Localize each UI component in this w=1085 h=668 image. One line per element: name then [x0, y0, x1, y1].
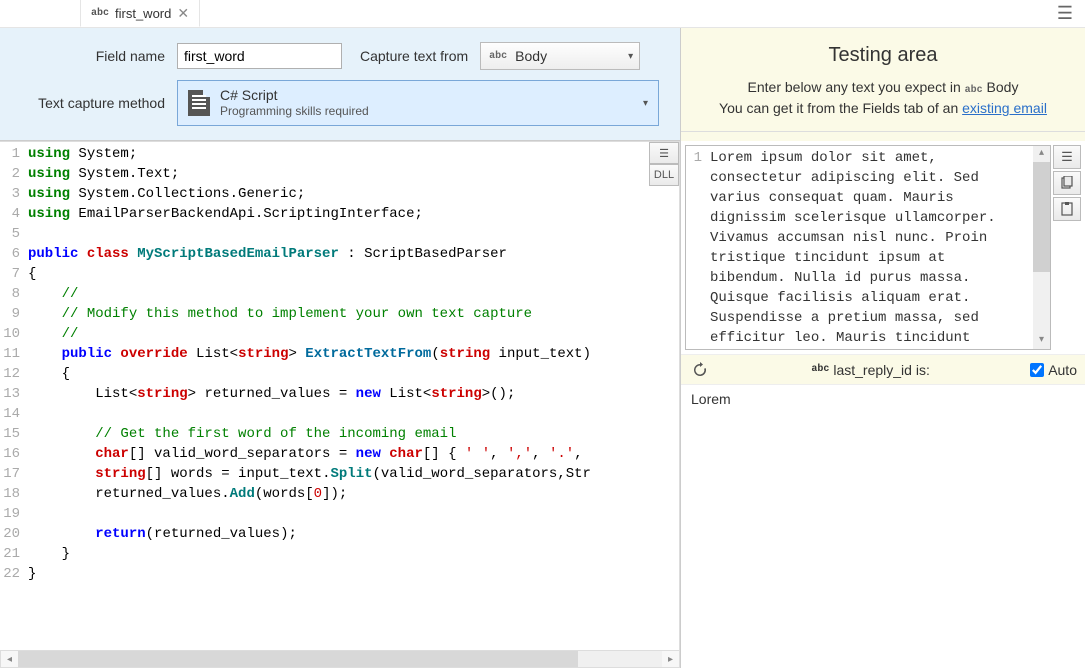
capture-from-value: Body: [515, 48, 547, 64]
field-name-input[interactable]: [177, 43, 342, 69]
scroll-thumb[interactable]: [1033, 162, 1050, 272]
line-gutter: 12345678910111213141516171819202122: [0, 142, 24, 650]
method-main: C# Script: [220, 87, 369, 104]
testing-line1a: Enter below any text you expect in: [748, 79, 965, 95]
scroll-right-icon[interactable]: ▸: [662, 651, 679, 667]
abc-icon: abc: [965, 85, 983, 96]
code-content[interactable]: using System;using System.Text;using Sys…: [24, 142, 679, 650]
tab-first-word[interactable]: abc first_word ✕: [80, 0, 200, 27]
capture-method-dropdown[interactable]: C# Script Programming skills required ▾: [177, 80, 659, 126]
code-menu-button[interactable]: ☰: [649, 142, 679, 164]
result-label: last_reply_id is:: [833, 362, 930, 378]
copy-button[interactable]: [1053, 171, 1081, 195]
tab-bar: abc first_word ✕ ☰: [0, 0, 1085, 28]
refresh-button[interactable]: [689, 359, 711, 381]
testing-line2a: You can get it from the Fields tab of an: [719, 100, 962, 116]
testing-line1b: Body: [983, 79, 1019, 95]
file-icon: [188, 90, 210, 116]
auto-checkbox[interactable]: Auto: [1030, 362, 1077, 378]
tab-title: first_word: [115, 6, 171, 21]
abc-icon: abc: [489, 51, 507, 62]
auto-label: Auto: [1048, 362, 1077, 378]
testing-title: Testing area: [693, 44, 1073, 67]
sample-text-editor[interactable]: 1 Lorem ipsum dolor sit amet, consectetu…: [685, 145, 1051, 350]
testing-header: Testing area Enter below any text you ex…: [681, 28, 1085, 132]
dll-button[interactable]: DLL: [649, 164, 679, 186]
capture-from-label: Capture text from: [360, 48, 468, 64]
result-output: Lorem: [681, 385, 1085, 668]
config-panel: Field name Capture text from abc Body ▾ …: [0, 28, 680, 141]
scroll-thumb[interactable]: [18, 651, 578, 667]
abc-icon: abc: [811, 364, 829, 375]
auto-checkbox-input[interactable]: [1030, 363, 1044, 377]
field-name-label: Field name: [20, 48, 165, 64]
close-icon[interactable]: ✕: [177, 5, 189, 22]
scroll-down-icon[interactable]: ▾: [1033, 333, 1050, 349]
hamburger-icon[interactable]: ☰: [1057, 4, 1073, 22]
chevron-down-icon: ▾: [628, 51, 633, 62]
paste-button[interactable]: [1053, 197, 1081, 221]
result-bar: abc last_reply_id is: Auto: [681, 355, 1085, 385]
method-label: Text capture method: [20, 95, 165, 111]
sample-gutter: 1: [686, 146, 706, 349]
sample-text[interactable]: Lorem ipsum dolor sit amet, consectetur …: [706, 146, 1033, 349]
horizontal-scrollbar[interactable]: ◂ ▸: [0, 650, 680, 668]
abc-icon: abc: [91, 8, 109, 19]
capture-from-dropdown[interactable]: abc Body ▾: [480, 42, 640, 70]
vertical-scrollbar[interactable]: ▴ ▾: [1033, 146, 1050, 349]
scroll-left-icon[interactable]: ◂: [1, 651, 18, 667]
code-editor[interactable]: 12345678910111213141516171819202122 usin…: [0, 141, 680, 650]
method-sub: Programming skills required: [220, 104, 369, 118]
sample-menu-button[interactable]: ☰: [1053, 145, 1081, 169]
scroll-up-icon[interactable]: ▴: [1033, 146, 1050, 162]
existing-email-link[interactable]: existing email: [962, 100, 1047, 116]
chevron-down-icon: ▾: [643, 98, 648, 109]
